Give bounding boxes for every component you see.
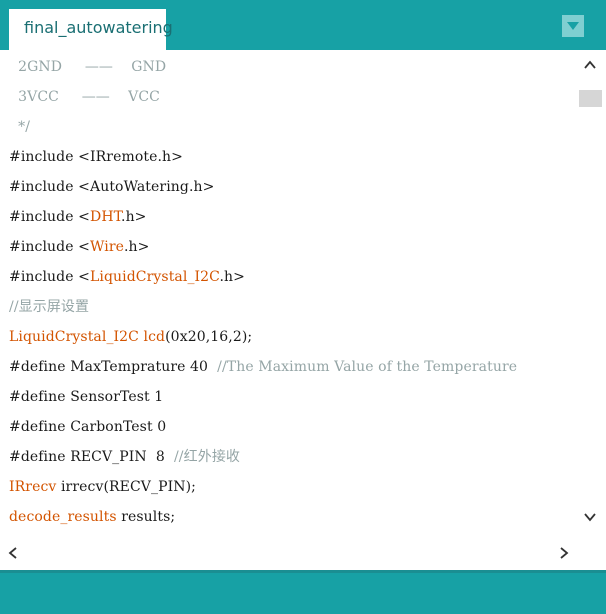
include-suffix: .h>: [219, 269, 245, 285]
code-line: LiquidCrystal_I2C lcd(0x20,16,2);: [9, 328, 252, 358]
code-line: #include <AutoWatering.h>: [9, 178, 214, 208]
code-line: */: [9, 118, 30, 148]
code-line: #include <Wire.h>: [9, 238, 150, 268]
code-line: #include <DHT.h>: [9, 208, 147, 238]
code-line: IRrecv irrecv(RECV_PIN);: [9, 478, 196, 508]
include-target: <AutoWatering.h>: [78, 179, 215, 195]
comment-text: //显示屏设置: [9, 299, 90, 315]
comment-text: 3VCC: [9, 89, 59, 105]
code-line: #define SensorTest 1: [9, 388, 163, 418]
comment-text: GND: [131, 59, 167, 75]
code-line: #define RECV_PIN 8 //红外接收: [9, 448, 240, 478]
tab-menu-button[interactable]: [562, 15, 584, 37]
code-line: 3VCC —— VCC: [9, 88, 160, 118]
include-keyword: #include <: [9, 209, 90, 225]
vertical-scroll-thumb[interactable]: [579, 90, 602, 107]
include-suffix: .h>: [124, 239, 150, 255]
library-name: Wire: [90, 239, 124, 255]
code-line: #define MaxTemprature 40 //The Maximum V…: [9, 358, 517, 388]
code-line: #include <LiquidCrystal_I2C.h>: [9, 268, 245, 298]
code-text: (0x20,16,2);: [165, 329, 253, 345]
comment-text: 2GND: [9, 59, 63, 75]
horizontal-scrollbar[interactable]: [0, 537, 606, 570]
include-suffix: .h>: [121, 209, 147, 225]
library-name: DHT: [90, 209, 122, 225]
include-keyword: #include: [9, 179, 79, 195]
library-type: IRrecv: [9, 479, 57, 495]
comment-text: //The Maximum Value of the Temperature: [217, 359, 518, 375]
chevron-right-icon[interactable]: [557, 546, 571, 560]
code-line: decode_results results;: [9, 508, 175, 537]
code-line: #define CarbonTest 0: [9, 418, 166, 448]
define-statement: #define SensorTest 1: [9, 389, 164, 405]
vertical-scrollbar[interactable]: [578, 50, 606, 537]
include-keyword: #include <: [9, 269, 90, 285]
status-bar: [0, 570, 606, 614]
library-type: LiquidCrystal_I2C lcd: [9, 329, 166, 345]
code-text: irrecv(RECV_PIN);: [56, 479, 196, 495]
code-line: #include <IRremote.h>: [9, 148, 183, 178]
define-statement: #define MaxTemprature 40: [9, 359, 218, 375]
define-statement: #define CarbonTest 0: [9, 419, 167, 435]
code-line: 2GND —— GND: [9, 58, 166, 88]
comment-text: */: [9, 119, 31, 135]
chevron-down-icon[interactable]: [583, 510, 597, 524]
library-type: decode_results: [9, 509, 117, 525]
library-name: LiquidCrystal_I2C: [90, 269, 220, 285]
include-target: <IRremote.h>: [78, 149, 183, 165]
code-editor[interactable]: 2GND —— GND 3VCC —— VCC */ #include <IRr…: [0, 50, 578, 537]
comment-text: //红外接收: [173, 449, 241, 465]
chevron-up-icon[interactable]: [583, 58, 597, 72]
chevron-left-icon[interactable]: [6, 546, 20, 560]
comment-text: VCC: [128, 89, 160, 105]
define-statement: #define RECV_PIN 8: [9, 449, 174, 465]
include-keyword: #include <: [9, 239, 90, 255]
comment-text: ——: [58, 89, 129, 105]
tab-final-autowatering[interactable]: final_autowatering: [9, 9, 173, 50]
code-line: //显示屏设置: [9, 298, 89, 328]
tab-bar: final_autowatering: [0, 0, 606, 50]
tab-label: final_autowatering: [24, 18, 173, 37]
code-text: results;: [116, 509, 176, 525]
comment-text: ——: [62, 59, 132, 75]
triangle-down-icon: [567, 22, 579, 30]
include-keyword: #include: [9, 149, 79, 165]
